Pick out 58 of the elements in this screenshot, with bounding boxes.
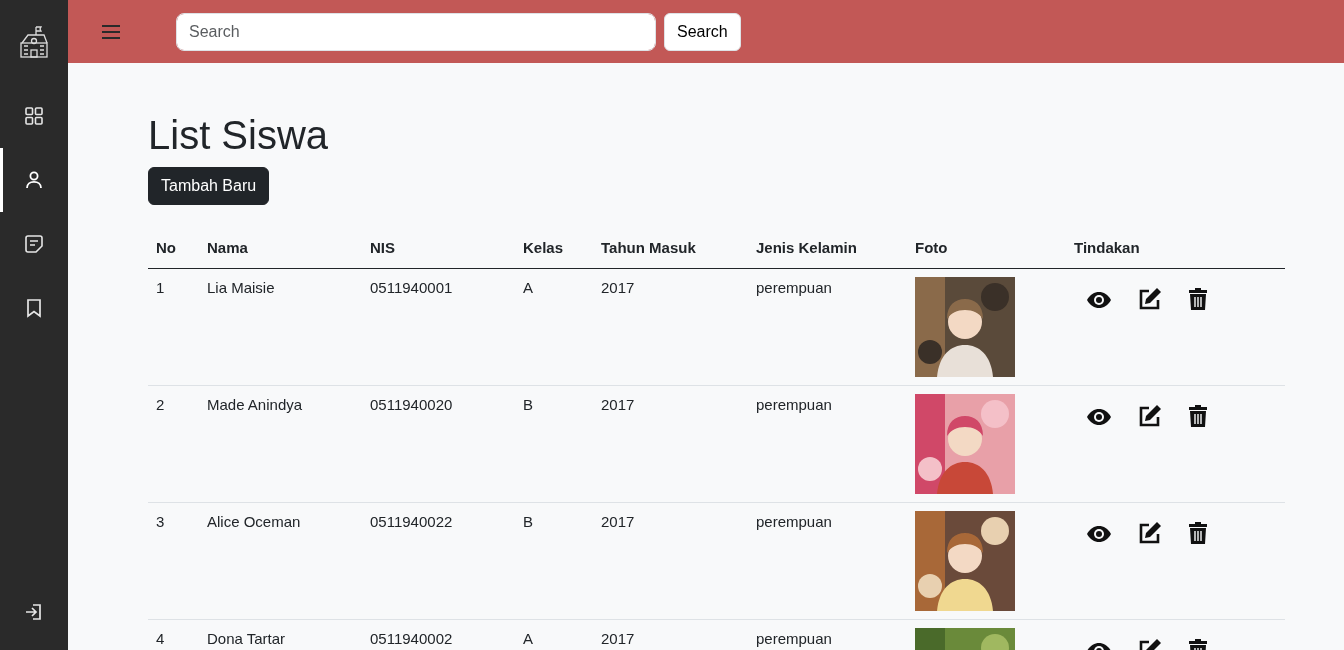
edit-button[interactable] — [1138, 520, 1162, 546]
table-cell: Dona Tartar — [199, 619, 362, 650]
search-field[interactable]: Search — [176, 12, 656, 51]
table-cell: B — [515, 502, 593, 619]
table-cell: 0511940001 — [362, 268, 515, 385]
table-cell: 4 — [148, 619, 199, 650]
column-header: Kelas — [515, 229, 593, 268]
delete-button[interactable] — [1188, 520, 1208, 546]
edit-icon — [1138, 521, 1162, 546]
logout-icon — [24, 602, 44, 622]
delete-button[interactable] — [1188, 403, 1208, 429]
page-title: List Siswa — [148, 112, 330, 159]
table-cell: B — [515, 385, 593, 502]
table-cell: 2017 — [593, 619, 748, 650]
column-header: Tindakan — [1066, 229, 1285, 268]
table-cell: perempuan — [748, 268, 907, 385]
table-cell: Alice Oceman — [199, 502, 362, 619]
delete-button[interactable] — [1188, 286, 1208, 312]
eye-icon — [1086, 290, 1112, 309]
table-cell: A — [515, 268, 593, 385]
column-header: Tahun Masuk — [593, 229, 748, 268]
column-header: NIS — [362, 229, 515, 268]
eye-icon — [1086, 524, 1112, 543]
edit-icon — [1138, 287, 1162, 312]
table-cell: 2017 — [593, 268, 748, 385]
table-cell: 1 — [148, 268, 199, 385]
table-cell: 2017 — [593, 502, 748, 619]
edit-button[interactable] — [1138, 403, 1162, 429]
table-cell: 2017 — [593, 385, 748, 502]
note-icon — [24, 234, 44, 254]
trash-icon — [1188, 521, 1208, 546]
table-cell: Lia Maisie — [199, 268, 362, 385]
trash-icon — [1188, 287, 1208, 312]
dashboard-icon — [24, 106, 44, 126]
table-cell: 2 — [148, 385, 199, 502]
column-header: Nama — [199, 229, 362, 268]
column-header: Foto — [907, 229, 1066, 268]
trash-icon — [1188, 404, 1208, 429]
edit-icon — [1138, 404, 1162, 429]
table-cell: 0511940020 — [362, 385, 515, 502]
column-header: No — [148, 229, 199, 268]
edit-button[interactable] — [1138, 286, 1162, 312]
eye-icon — [1086, 407, 1112, 426]
add-button[interactable]: Tambah Baru — [148, 167, 270, 205]
search-button[interactable]: Search — [664, 12, 741, 51]
table-cell: perempuan — [748, 385, 907, 502]
menu-icon — [102, 25, 120, 40]
table-cell: Made Anindya — [199, 385, 362, 502]
table-cell: perempuan — [748, 619, 907, 650]
table-cell: A — [515, 619, 593, 650]
table-cell: perempuan — [748, 502, 907, 619]
table-cell: 0511940002 — [362, 619, 515, 650]
bookmark-icon — [24, 298, 44, 318]
table-cell: 3 — [148, 502, 199, 619]
column-header: Jenis Kelamin — [748, 229, 907, 268]
table-cell: 0511940022 — [362, 502, 515, 619]
school-icon — [19, 26, 49, 58]
user-icon — [24, 170, 44, 190]
